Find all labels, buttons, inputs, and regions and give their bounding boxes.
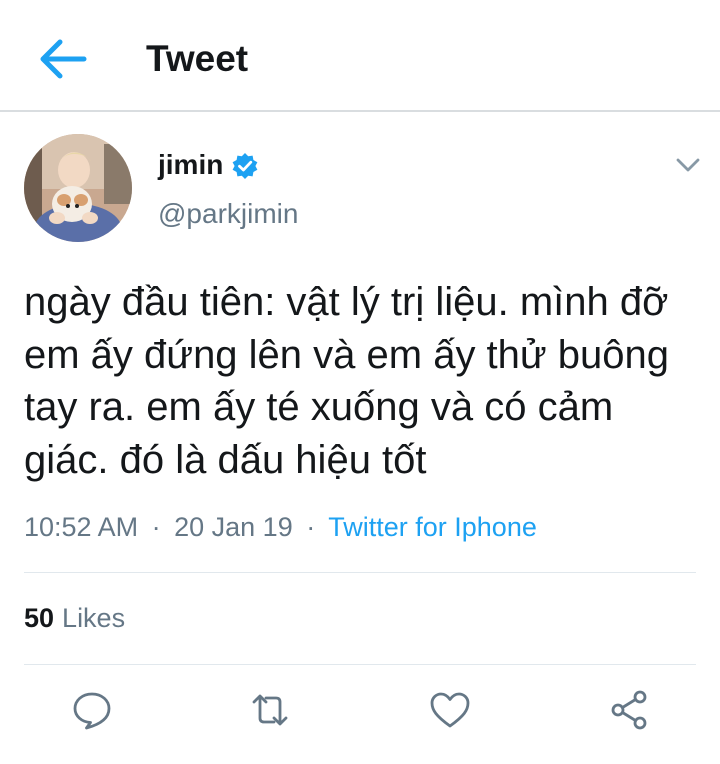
tweet-text: ngày đầu tiên: vật lý trị liệu. mình đỡ … [24, 280, 670, 482]
retweet-icon [252, 694, 288, 726]
tweet-date: 20 Jan 19 [174, 512, 293, 542]
tweet-source-link[interactable]: Twitter for Iphone [328, 512, 537, 542]
back-button[interactable] [38, 36, 88, 82]
divider [24, 664, 696, 665]
share-button[interactable] [608, 688, 652, 732]
tweet-meta: 10:52 AM · 20 Jan 19 · Twitter for Iphon… [24, 512, 537, 543]
author-handle[interactable]: @parkjimin [158, 198, 298, 230]
top-app-bar: Tweet [0, 0, 720, 112]
meta-separator: · [306, 512, 316, 542]
tweet-time: 10:52 AM [24, 512, 139, 542]
share-icon [611, 690, 647, 730]
retweet-button[interactable] [248, 688, 292, 732]
chevron-down-icon[interactable] [674, 154, 702, 176]
verified-badge-icon [232, 153, 258, 179]
comment-icon [73, 692, 111, 730]
meta-separator: · [151, 512, 161, 542]
reply-button[interactable] [70, 688, 114, 732]
likes-summary[interactable]: 50 Likes [24, 603, 125, 634]
divider [24, 572, 696, 573]
avatar-photo [24, 134, 132, 242]
heart-icon [430, 692, 470, 728]
arrow-left-icon [40, 39, 87, 79]
author-name[interactable]: jimin [158, 149, 223, 181]
likes-count: 50 [24, 603, 55, 633]
page-title: Tweet [146, 38, 249, 79]
likes-label: Likes [62, 603, 126, 633]
avatar[interactable] [24, 134, 132, 242]
like-button[interactable] [428, 688, 472, 732]
